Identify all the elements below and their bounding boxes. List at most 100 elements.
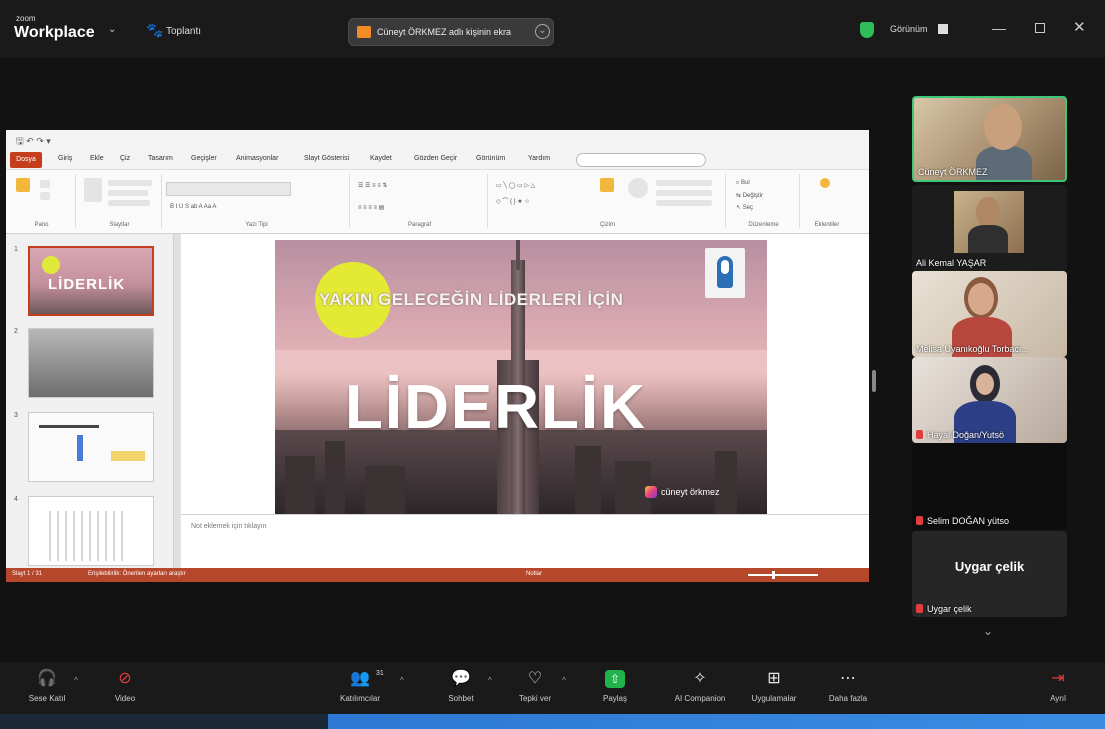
slide-thumbnail-3[interactable] [28,412,154,482]
chevron-up-icon[interactable]: ^ [562,676,566,685]
ribbon-group-paragraph: ☰ ☰ ≡ ≡ ⇅ ≡ ≡ ≡ ≡ ▤ Paragraf [352,174,488,228]
copy-icon[interactable] [40,192,50,200]
video-label: Video [114,694,136,703]
security-shield-icon[interactable] [860,22,874,38]
zoom-window: zoom Workplace ⌄ 🐾 Toplantı Cüneyt ÖRKME… [0,0,1105,729]
quick-styles-icon[interactable] [628,178,648,198]
tab-file[interactable]: Dosya [10,152,42,168]
chat-label: Sohbet [448,694,474,703]
group-label: Çizim [600,222,615,228]
shapes-gallery[interactable]: ▭ ╲ ◯ ▭ ▷ △ [496,182,535,189]
chevron-up-icon[interactable]: ^ [400,676,404,685]
addins-icon[interactable] [820,178,830,188]
video-button[interactable]: ⊘ Video [100,668,150,712]
participant-tile[interactable]: Uygar çelik Uygar çelik [912,531,1067,617]
thumb-title: LİDERLİK [48,276,126,293]
arrange-icon[interactable] [600,178,614,192]
shared-screen[interactable]: 🖫 ↶ ↷ ▾ Dosya Giriş Ekle Çiz Tasarım Geç… [6,130,869,582]
more-button[interactable]: ⋯ Daha fazla [818,668,878,712]
tab-animations[interactable]: Animasyonlar [236,155,278,162]
mic-muted-icon [916,516,923,525]
leave-button[interactable]: ⇥ Ayrıl [1036,668,1080,712]
participant-tile[interactable]: Cüneyt ÖRKMEZ [912,96,1067,182]
close-icon[interactable]: ✕ [1073,18,1086,36]
chat-button[interactable]: 💬 Sohbet ^ [436,668,491,712]
zoom-slider-knob[interactable] [772,571,775,579]
ai-companion-button[interactable]: ✧ AI Companion [662,668,738,712]
paragraph-align-icons[interactable]: ≡ ≡ ≡ ≡ ▤ [358,204,384,211]
react-button[interactable]: ♡ Tepki ver ^ [510,668,566,712]
paste-icon[interactable] [16,178,30,192]
mic-muted-icon [916,604,923,613]
building [575,446,601,516]
tab-review[interactable]: Gözden Geçir [414,155,457,162]
participant-tile[interactable]: Ali Kemal YAŞAR [912,185,1067,271]
shape-effects-button[interactable] [656,200,712,206]
tab-record[interactable]: Kaydet [370,155,392,162]
font-format-icons[interactable]: B I U S ab A Aa A [170,204,216,210]
tab-draw[interactable]: Çiz [120,155,130,162]
maximize-icon[interactable] [1035,23,1045,33]
panel-resize-handle[interactable] [872,370,876,392]
pp-search-box[interactable] [576,153,706,167]
view-grid-icon[interactable] [938,24,948,34]
thumb-number: 3 [14,412,18,419]
reset-button[interactable] [108,190,148,196]
select-button[interactable]: ↖ Seç [736,204,753,211]
meeting-label[interactable]: Toplantı [166,26,201,37]
apps-button[interactable]: ⊞ Uygulamalar [742,668,806,712]
heart-icon: ♡ [527,670,543,687]
view-button[interactable]: Görünüm [890,24,928,34]
tab-help[interactable]: Yardım [528,155,550,162]
ribbon-group-addins: Eklentiler [802,174,852,228]
tab-insert[interactable]: Ekle [90,155,104,162]
share-button[interactable]: ⇧ Paylaş [590,668,640,712]
screen-share-banner[interactable]: Cüneyt ÖRKMEZ adlı kişinin ekra ⌄ [348,18,554,46]
section-button[interactable] [108,200,150,206]
thumbnail-scrollbar[interactable] [174,234,180,568]
font-name-box[interactable] [166,182,291,196]
accessibility-status[interactable]: Erişilebilirlik: Önerilen ayarları araşt… [88,571,186,577]
shape-outline-button[interactable] [656,190,712,196]
participant-tile[interactable]: Hayal Doğan/Yutsö [912,357,1067,443]
current-slide[interactable]: YAKIN GELECEĞİN LİDERLERİ İÇİN LİDERLİK … [275,240,767,516]
slide-thumbnail-4[interactable] [28,496,154,566]
tab-view[interactable]: Görünüm [476,155,505,162]
tab-design[interactable]: Tasarım [148,155,173,162]
slide-thumbnail-2[interactable] [28,328,154,398]
tab-slideshow[interactable]: Slayt Gösterisi [304,155,349,162]
join-audio-button[interactable]: 🎧 Sese Katıl ^ [20,668,78,712]
thumb-number: 4 [14,496,18,503]
pp-statusbar: Slayt 1 / 31 Erişilebilirlik: Önerilen a… [6,568,869,582]
layout-button[interactable] [108,180,152,186]
replace-button[interactable]: ⇆ Değiştir [736,192,763,199]
building [325,441,345,516]
cut-icon[interactable] [40,180,50,188]
paragraph-list-icons[interactable]: ☰ ☰ ≡ ≡ ⇅ [358,182,387,189]
tab-home[interactable]: Giriş [58,155,72,162]
shape-fill-button[interactable] [656,180,712,186]
find-button[interactable]: ⌕ Bul [736,180,750,187]
notes-pane[interactable]: Not eklemek için tıklayın [181,514,869,568]
shapes-gallery-2[interactable]: ◇ ⌒ { } ★ ☆ [496,196,530,205]
participant-name: Cüneyt ÖRKMEZ [918,167,988,177]
meeting-paw-icon[interactable]: 🐾 [146,22,163,39]
participant-tile[interactable]: Selim DOĞAN yütso [912,443,1067,529]
new-slide-icon[interactable] [84,178,102,202]
brand-name[interactable]: Workplace [14,24,95,42]
slide-thumbnail-1[interactable]: LİDERLİK [28,246,154,316]
chevron-up-icon[interactable]: ^ [74,676,78,685]
participants-button[interactable]: 👥 31 Katılımcılar ^ [330,668,404,712]
building [715,451,737,516]
participants-label: Katılımcılar [339,694,380,703]
zoom-slider[interactable] [748,574,818,576]
chevron-up-icon[interactable]: ^ [488,676,492,685]
minimize-icon[interactable]: — [992,20,1006,36]
chevron-down-icon[interactable]: ⌄ [108,24,116,35]
participant-tile[interactable]: Melisa Uyanıkoğlu Torbacı... [912,271,1067,357]
tab-transitions[interactable]: Geçişler [191,155,217,162]
chevron-down-icon[interactable]: ⌄ [983,624,993,638]
quick-access-icons[interactable]: 🖫 ↶ ↷ ▾ [16,134,51,150]
notes-button[interactable]: Notlar [526,571,542,577]
view-options-icon[interactable]: ⌄ [535,24,550,39]
